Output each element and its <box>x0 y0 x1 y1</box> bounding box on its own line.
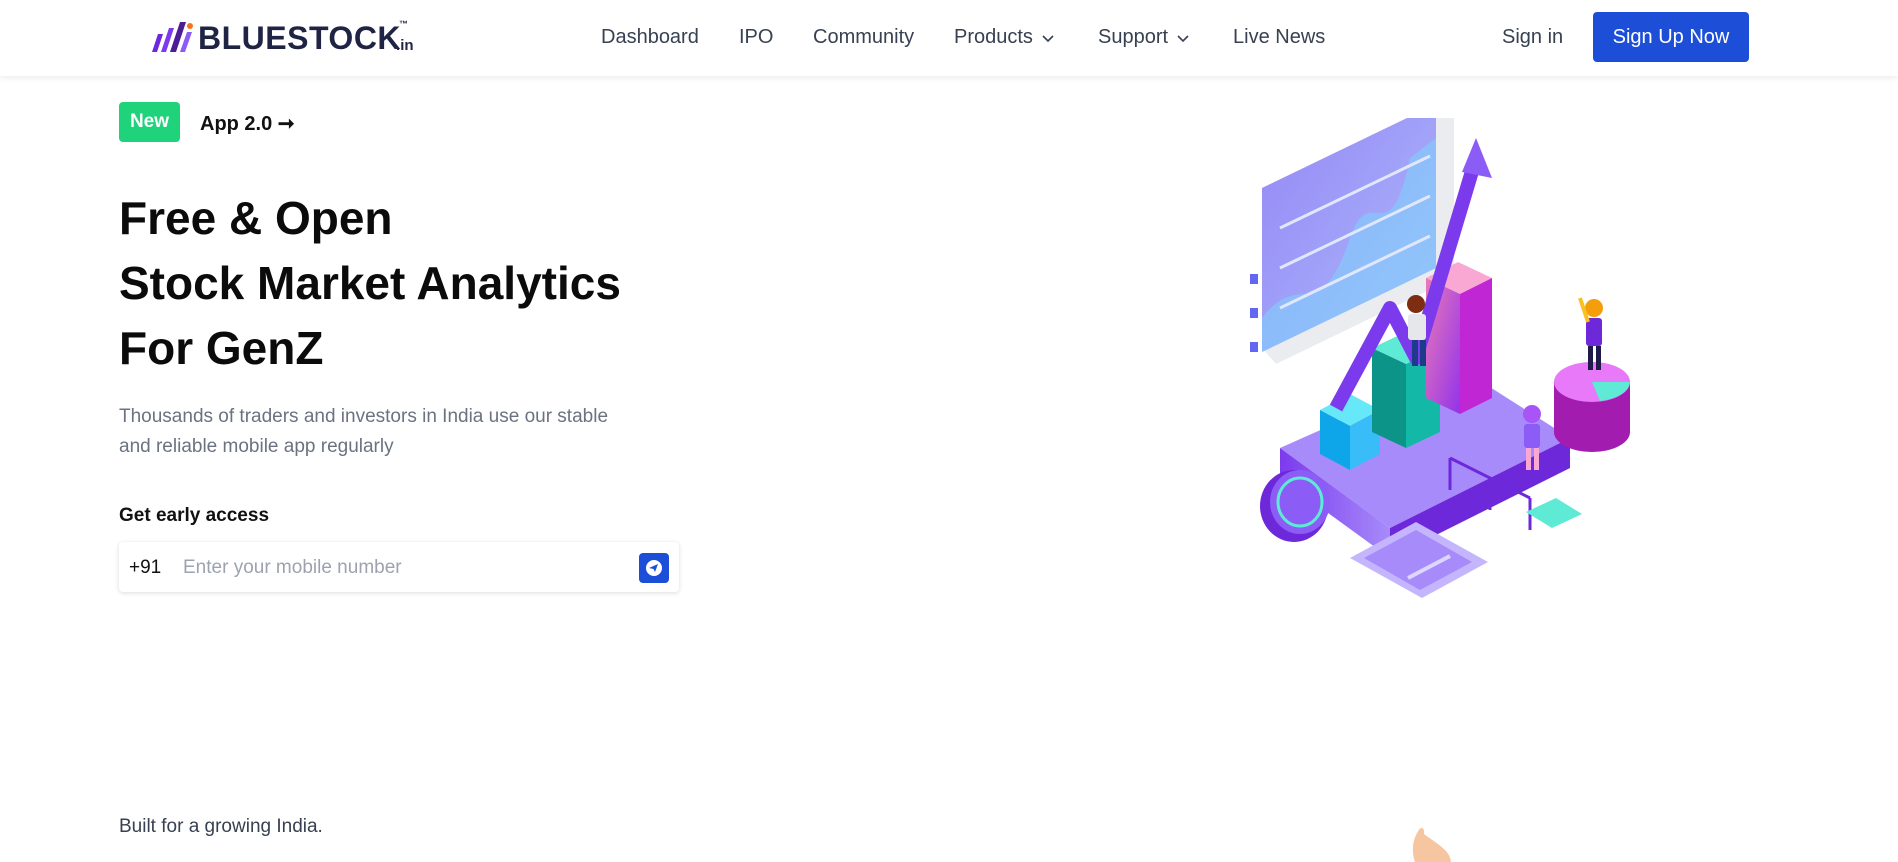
new-badge: New <box>119 102 180 142</box>
nav-item-dashboard[interactable]: Dashboard <box>601 26 699 49</box>
headline-line-2: Stock Market Analytics <box>119 257 621 309</box>
chevron-down-icon <box>1042 34 1054 42</box>
phone-signup-form: +91 <box>119 542 679 592</box>
sign-in-link[interactable]: Sign in <box>1502 26 1563 49</box>
headline-line-1: Free & Open <box>119 192 393 244</box>
nav-item-label: Live News <box>1233 26 1326 48</box>
section-teaser-text: Built for a growing India. <box>119 816 323 837</box>
top-navbar: BLUESTOCK ™ .in Dashboard IPO Community … <box>0 0 1898 76</box>
brand-logo[interactable]: BLUESTOCK ™ .in <box>150 19 428 56</box>
country-code: +91 <box>129 557 162 578</box>
nav-item-support[interactable]: Support <box>1098 26 1190 49</box>
submit-phone-button[interactable] <box>639 553 669 583</box>
nav-item-label: Products <box>954 26 1033 48</box>
hero-subtext: Thousands of traders and investors in In… <box>119 406 609 457</box>
logo-wordmark: BLUESTOCK <box>198 19 402 56</box>
nav-item-label: Dashboard <box>601 26 699 48</box>
send-icon <box>646 560 662 576</box>
nav-item-label: Community <box>813 26 915 48</box>
logo-suffix: .in <box>396 36 414 54</box>
app-version-link[interactable]: App 2.0 ➞ <box>200 111 295 136</box>
hero-headline: Free & Open Stock Market Analytics For G… <box>119 186 621 381</box>
mobile-number-input[interactable] <box>181 550 615 586</box>
nav-item-ipo[interactable]: IPO <box>739 26 773 49</box>
nav-item-label: Support <box>1098 26 1169 48</box>
logo-trademark: ™ <box>399 19 409 29</box>
headline-line-3: For GenZ <box>119 322 324 374</box>
hand-illustration-icon <box>1412 827 1451 862</box>
sign-up-button[interactable]: Sign Up Now <box>1593 12 1749 62</box>
nav-item-live-news[interactable]: Live News <box>1233 26 1325 49</box>
early-access-label: Get early access <box>119 505 270 526</box>
nav-item-products[interactable]: Products <box>954 26 1055 49</box>
nav-item-label: IPO <box>739 26 774 48</box>
stock-analytics-illustration <box>1250 118 1630 598</box>
chevron-down-icon <box>1177 34 1189 42</box>
nav-item-community[interactable]: Community <box>813 26 914 49</box>
logo-bars-icon <box>152 22 193 52</box>
